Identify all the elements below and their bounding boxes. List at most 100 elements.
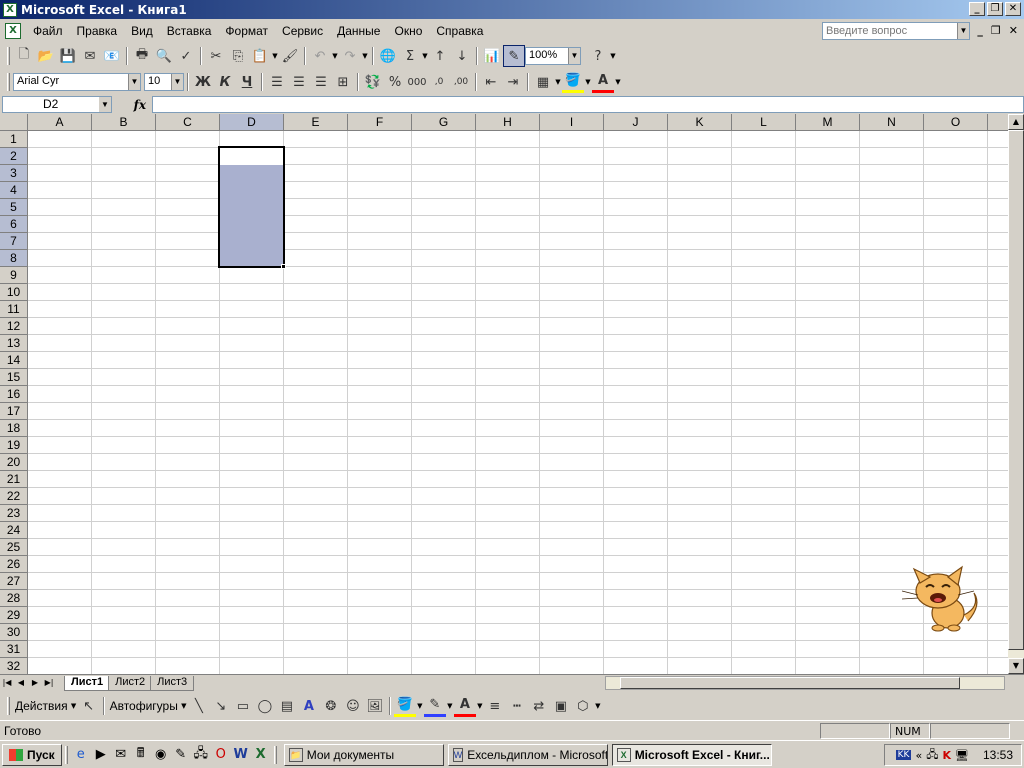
print-icon[interactable]: 🖶 [131, 45, 153, 67]
decrease-indent-icon[interactable]: ⇤ [480, 71, 502, 93]
formula-input[interactable] [152, 96, 1024, 113]
3d-style-icon[interactable]: ⬡ [572, 695, 594, 717]
draw-fill-color-icon[interactable]: 🪣 [393, 695, 416, 717]
network-icon[interactable]: 🖧 [191, 745, 211, 765]
menu-tools[interactable]: Сервис [276, 24, 331, 38]
language-indicator[interactable]: KK [895, 750, 912, 760]
antivirus-tray-icon[interactable]: K [942, 749, 951, 762]
row-header-14[interactable]: 14 [0, 352, 28, 369]
autosum-dropdown-icon[interactable]: ▼ [421, 52, 429, 60]
spelling-icon[interactable]: ✓ [175, 45, 197, 67]
column-header-o[interactable]: O [924, 114, 988, 131]
edit-icon[interactable]: ✎ [171, 745, 191, 765]
row-header-32[interactable]: 32 [0, 658, 28, 674]
office-assistant-cat[interactable] [898, 565, 988, 633]
column-header-c[interactable]: C [156, 114, 220, 131]
sort-ascending-icon[interactable]: ↑ [429, 45, 451, 67]
excel-app-icon[interactable]: X [3, 2, 17, 17]
row-header-21[interactable]: 21 [0, 471, 28, 488]
toolbar-grip[interactable] [7, 697, 10, 715]
draw-fill-dropdown-icon[interactable]: ▼ [416, 702, 424, 710]
row-header-25[interactable]: 25 [0, 539, 28, 556]
menu-insert[interactable]: Вставка [161, 24, 220, 38]
row-header-12[interactable]: 12 [0, 318, 28, 335]
cell-area[interactable] [28, 131, 1008, 674]
font-size-dropdown-icon[interactable]: ▼ [171, 74, 183, 90]
row-header-13[interactable]: 13 [0, 335, 28, 352]
new-icon[interactable]: 🗋 [13, 45, 35, 67]
dash-style-icon[interactable]: ┅ [506, 695, 528, 717]
picture-icon[interactable]: 🖼 [364, 695, 386, 717]
help-question-input[interactable]: Введите вопрос ▼ [822, 22, 970, 40]
row-header-24[interactable]: 24 [0, 522, 28, 539]
underline-icon[interactable]: Ч [236, 71, 258, 93]
zoom-select[interactable]: 100% ▼ [525, 47, 581, 65]
hyperlink-icon[interactable]: 🌐 [377, 45, 399, 67]
column-header-e[interactable]: E [284, 114, 348, 131]
menu-window[interactable]: Окно [388, 24, 430, 38]
menu-data[interactable]: Данные [331, 24, 388, 38]
horizontal-scrollbar[interactable] [605, 676, 1005, 690]
align-center-icon[interactable]: ☰ [288, 71, 310, 93]
copy-icon[interactable]: ⎘ [227, 45, 249, 67]
font-color-dropdown-icon[interactable]: ▼ [614, 78, 622, 86]
row-header-11[interactable]: 11 [0, 301, 28, 318]
minimize-button[interactable]: _ [969, 2, 985, 16]
row-header-27[interactable]: 27 [0, 573, 28, 590]
menu-format[interactable]: Формат [219, 24, 276, 38]
line-style-icon[interactable]: ≡ [484, 695, 506, 717]
column-header-a[interactable]: A [28, 114, 92, 131]
zoom-dropdown-icon[interactable]: ▼ [568, 48, 580, 64]
prev-sheet-icon[interactable]: ◀ [14, 676, 28, 690]
merge-center-icon[interactable]: ⊞ [332, 71, 354, 93]
format-painter-icon[interactable]: 🖌 [279, 45, 301, 67]
autoshapes-menu[interactable]: Автофигуры [108, 699, 180, 713]
font-name-dropdown-icon[interactable]: ▼ [128, 74, 140, 90]
cut-icon[interactable]: ✂ [205, 45, 227, 67]
currency-icon[interactable]: 💱 [362, 71, 384, 93]
excel-quicklaunch-icon[interactable]: X [251, 745, 271, 765]
chart-wizard-icon[interactable]: 📊 [481, 45, 503, 67]
thousands-separator-icon[interactable]: 000 [406, 71, 428, 93]
column-header-n[interactable]: N [860, 114, 924, 131]
redo-dropdown-icon[interactable]: ▼ [361, 52, 369, 60]
select-objects-icon[interactable]: ↖ [78, 695, 100, 717]
column-header-h[interactable]: H [476, 114, 540, 131]
sort-descending-icon[interactable]: ↓ [451, 45, 473, 67]
row-header-6[interactable]: 6 [0, 216, 28, 233]
column-header-j[interactable]: J [604, 114, 668, 131]
autoshapes-dropdown-icon[interactable]: ▼ [180, 702, 188, 710]
column-header-d[interactable]: D [220, 114, 284, 131]
line-color-dropdown-icon[interactable]: ▼ [446, 702, 454, 710]
restore-button[interactable]: ❐ [987, 2, 1003, 16]
vertical-scroll-thumb[interactable] [1008, 130, 1024, 650]
shadow-style-icon[interactable]: ▣ [550, 695, 572, 717]
arrow-icon[interactable]: ↘ [210, 695, 232, 717]
undo-dropdown-icon[interactable]: ▼ [331, 52, 339, 60]
menu-view[interactable]: Вид [125, 24, 161, 38]
quicktime-icon[interactable]: ◉ [151, 745, 171, 765]
textbox-icon[interactable]: ▤ [276, 695, 298, 717]
row-header-2[interactable]: 2 [0, 148, 28, 165]
select-all-corner[interactable] [0, 114, 28, 131]
italic-icon[interactable]: К [214, 71, 236, 93]
scroll-up-button[interactable]: ▲ [1008, 114, 1024, 130]
font-color-icon[interactable]: A [592, 71, 614, 93]
toolbar-grip[interactable] [7, 73, 10, 91]
fill-color-dropdown-icon[interactable]: ▼ [584, 78, 592, 86]
row-header-10[interactable]: 10 [0, 284, 28, 301]
arrow-style-icon[interactable]: ⇄ [528, 695, 550, 717]
column-header-f[interactable]: F [348, 114, 412, 131]
row-header-15[interactable]: 15 [0, 369, 28, 386]
decrease-decimal-icon[interactable]: ,00 [450, 71, 472, 93]
draw-font-color-dropdown-icon[interactable]: ▼ [476, 702, 484, 710]
column-header-k[interactable]: K [668, 114, 732, 131]
sheet-tab-1[interactable]: Лист1 [64, 675, 111, 691]
insert-function-icon[interactable]: fx [112, 98, 152, 112]
toolbar-grip[interactable] [7, 47, 10, 65]
row-header-4[interactable]: 4 [0, 182, 28, 199]
row-header-23[interactable]: 23 [0, 505, 28, 522]
toolbar-options-icon[interactable]: ▼ [594, 702, 602, 710]
last-sheet-icon[interactable]: ▶| [42, 676, 56, 690]
row-header-19[interactable]: 19 [0, 437, 28, 454]
